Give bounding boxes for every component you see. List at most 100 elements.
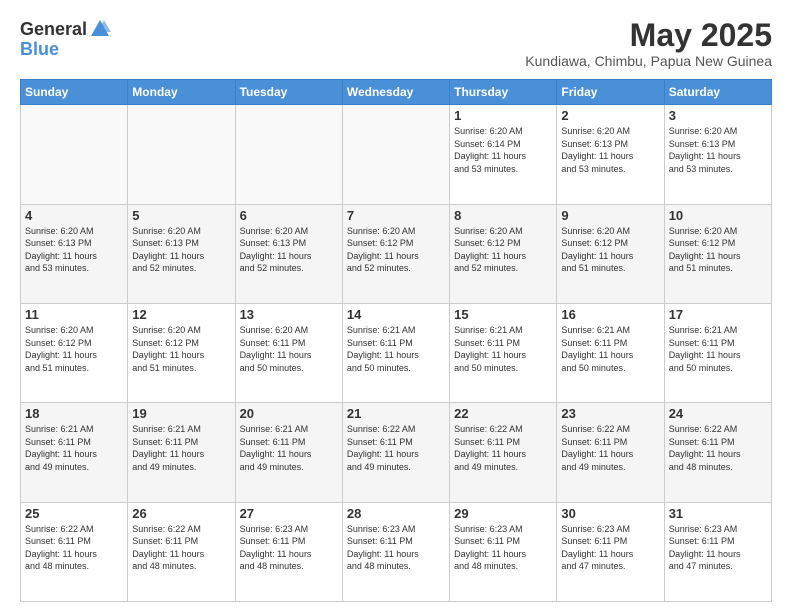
header-row: SundayMondayTuesdayWednesdayThursdayFrid… bbox=[21, 80, 772, 105]
day-number: 30 bbox=[561, 506, 659, 521]
day-number: 13 bbox=[240, 307, 338, 322]
day-cell: 8 Sunrise: 6:20 AM Sunset: 6:12 PM Daylig… bbox=[450, 204, 557, 303]
day-cell: 31 Sunrise: 6:23 AM Sunset: 6:11 PM Dayli… bbox=[664, 502, 771, 601]
day-info: Sunrise: 6:20 AM Sunset: 6:12 PM Dayligh… bbox=[132, 324, 230, 374]
day-number: 6 bbox=[240, 208, 338, 223]
day-number: 12 bbox=[132, 307, 230, 322]
logo: General Blue bbox=[20, 18, 111, 60]
day-number: 4 bbox=[25, 208, 123, 223]
day-cell: 22 Sunrise: 6:22 AM Sunset: 6:11 PM Dayli… bbox=[450, 403, 557, 502]
day-number: 27 bbox=[240, 506, 338, 521]
calendar-table: SundayMondayTuesdayWednesdayThursdayFrid… bbox=[20, 79, 772, 602]
day-cell: 2Sunrise: 6:20 AM Sunset: 6:13 PM Daylig… bbox=[557, 105, 664, 204]
day-info: Sunrise: 6:20 AM Sunset: 6:13 PM Dayligh… bbox=[25, 225, 123, 275]
day-cell bbox=[128, 105, 235, 204]
day-number: 31 bbox=[669, 506, 767, 521]
day-info: Sunrise: 6:21 AM Sunset: 6:11 PM Dayligh… bbox=[132, 423, 230, 473]
day-info: Sunrise: 6:23 AM Sunset: 6:11 PM Dayligh… bbox=[240, 523, 338, 573]
day-cell: 21 Sunrise: 6:22 AM Sunset: 6:11 PM Dayli… bbox=[342, 403, 449, 502]
day-header-thursday: Thursday bbox=[450, 80, 557, 105]
day-header-wednesday: Wednesday bbox=[342, 80, 449, 105]
day-header-friday: Friday bbox=[557, 80, 664, 105]
day-info: Sunrise: 6:20 AM Sunset: 6:13 PM Dayligh… bbox=[669, 125, 767, 175]
day-cell: 11 Sunrise: 6:20 AM Sunset: 6:12 PM Dayli… bbox=[21, 303, 128, 402]
day-number: 24 bbox=[669, 406, 767, 421]
day-number: 8 bbox=[454, 208, 552, 223]
day-info: Sunrise: 6:22 AM Sunset: 6:11 PM Dayligh… bbox=[25, 523, 123, 573]
day-info: Sunrise: 6:23 AM Sunset: 6:11 PM Dayligh… bbox=[669, 523, 767, 573]
day-info: Sunrise: 6:23 AM Sunset: 6:11 PM Dayligh… bbox=[347, 523, 445, 573]
day-number: 5 bbox=[132, 208, 230, 223]
day-number: 28 bbox=[347, 506, 445, 521]
day-info: Sunrise: 6:20 AM Sunset: 6:12 PM Dayligh… bbox=[561, 225, 659, 275]
day-cell: 20 Sunrise: 6:21 AM Sunset: 6:11 PM Dayli… bbox=[235, 403, 342, 502]
logo-general: General bbox=[20, 20, 87, 38]
day-cell: 5 Sunrise: 6:20 AM Sunset: 6:13 PM Daylig… bbox=[128, 204, 235, 303]
day-cell: 10 Sunrise: 6:20 AM Sunset: 6:12 PM Dayli… bbox=[664, 204, 771, 303]
day-header-tuesday: Tuesday bbox=[235, 80, 342, 105]
day-info: Sunrise: 6:21 AM Sunset: 6:11 PM Dayligh… bbox=[561, 324, 659, 374]
week-row-5: 25 Sunrise: 6:22 AM Sunset: 6:11 PM Dayli… bbox=[21, 502, 772, 601]
day-number: 7 bbox=[347, 208, 445, 223]
day-info: Sunrise: 6:20 AM Sunset: 6:12 PM Dayligh… bbox=[25, 324, 123, 374]
day-number: 25 bbox=[25, 506, 123, 521]
day-cell: 18 Sunrise: 6:21 AM Sunset: 6:11 PM Dayli… bbox=[21, 403, 128, 502]
day-number: 15 bbox=[454, 307, 552, 322]
logo-blue: Blue bbox=[20, 39, 59, 59]
day-info: Sunrise: 6:22 AM Sunset: 6:11 PM Dayligh… bbox=[561, 423, 659, 473]
day-cell: 13 Sunrise: 6:20 AM Sunset: 6:11 PM Dayli… bbox=[235, 303, 342, 402]
day-cell: 6Sunrise: 6:20 AM Sunset: 6:13 PM Daylig… bbox=[235, 204, 342, 303]
day-info: Sunrise: 6:21 AM Sunset: 6:11 PM Dayligh… bbox=[454, 324, 552, 374]
day-cell: 17 Sunrise: 6:21 AM Sunset: 6:11 PM Dayli… bbox=[664, 303, 771, 402]
day-number: 3 bbox=[669, 108, 767, 123]
day-number: 1 bbox=[454, 108, 552, 123]
week-row-1: 1 Sunrise: 6:20 AM Sunset: 6:14 PM Daylig… bbox=[21, 105, 772, 204]
day-cell: 19Sunrise: 6:21 AM Sunset: 6:11 PM Dayli… bbox=[128, 403, 235, 502]
day-info: Sunrise: 6:20 AM Sunset: 6:11 PM Dayligh… bbox=[240, 324, 338, 374]
day-number: 21 bbox=[347, 406, 445, 421]
day-info: Sunrise: 6:23 AM Sunset: 6:11 PM Dayligh… bbox=[561, 523, 659, 573]
day-cell: 3 Sunrise: 6:20 AM Sunset: 6:13 PM Daylig… bbox=[664, 105, 771, 204]
day-info: Sunrise: 6:22 AM Sunset: 6:11 PM Dayligh… bbox=[132, 523, 230, 573]
day-number: 14 bbox=[347, 307, 445, 322]
day-cell: 23 Sunrise: 6:22 AM Sunset: 6:11 PM Dayli… bbox=[557, 403, 664, 502]
day-number: 9 bbox=[561, 208, 659, 223]
day-cell bbox=[235, 105, 342, 204]
day-info: Sunrise: 6:20 AM Sunset: 6:14 PM Dayligh… bbox=[454, 125, 552, 175]
day-number: 23 bbox=[561, 406, 659, 421]
day-number: 11 bbox=[25, 307, 123, 322]
day-number: 18 bbox=[25, 406, 123, 421]
day-info: Sunrise: 6:22 AM Sunset: 6:11 PM Dayligh… bbox=[454, 423, 552, 473]
page: General Blue May 2025 Kundiawa, Chimbu, … bbox=[0, 0, 792, 612]
day-info: Sunrise: 6:21 AM Sunset: 6:11 PM Dayligh… bbox=[669, 324, 767, 374]
day-number: 22 bbox=[454, 406, 552, 421]
day-cell: 16Sunrise: 6:21 AM Sunset: 6:11 PM Dayli… bbox=[557, 303, 664, 402]
day-cell: 28 Sunrise: 6:23 AM Sunset: 6:11 PM Dayli… bbox=[342, 502, 449, 601]
day-cell: 14 Sunrise: 6:21 AM Sunset: 6:11 PM Dayli… bbox=[342, 303, 449, 402]
day-info: Sunrise: 6:22 AM Sunset: 6:11 PM Dayligh… bbox=[347, 423, 445, 473]
day-number: 10 bbox=[669, 208, 767, 223]
day-cell: 25 Sunrise: 6:22 AM Sunset: 6:11 PM Dayli… bbox=[21, 502, 128, 601]
header: General Blue May 2025 Kundiawa, Chimbu, … bbox=[20, 18, 772, 69]
day-cell: 1 Sunrise: 6:20 AM Sunset: 6:14 PM Daylig… bbox=[450, 105, 557, 204]
calendar-title: May 2025 bbox=[525, 18, 772, 53]
day-info: Sunrise: 6:20 AM Sunset: 6:13 PM Dayligh… bbox=[132, 225, 230, 275]
day-cell: 15 Sunrise: 6:21 AM Sunset: 6:11 PM Dayli… bbox=[450, 303, 557, 402]
day-number: 20 bbox=[240, 406, 338, 421]
day-cell bbox=[21, 105, 128, 204]
day-header-monday: Monday bbox=[128, 80, 235, 105]
day-info: Sunrise: 6:21 AM Sunset: 6:11 PM Dayligh… bbox=[25, 423, 123, 473]
day-info: Sunrise: 6:22 AM Sunset: 6:11 PM Dayligh… bbox=[669, 423, 767, 473]
day-info: Sunrise: 6:21 AM Sunset: 6:11 PM Dayligh… bbox=[240, 423, 338, 473]
week-row-3: 11 Sunrise: 6:20 AM Sunset: 6:12 PM Dayli… bbox=[21, 303, 772, 402]
day-info: Sunrise: 6:23 AM Sunset: 6:11 PM Dayligh… bbox=[454, 523, 552, 573]
day-info: Sunrise: 6:20 AM Sunset: 6:12 PM Dayligh… bbox=[454, 225, 552, 275]
day-number: 17 bbox=[669, 307, 767, 322]
day-header-saturday: Saturday bbox=[664, 80, 771, 105]
week-row-4: 18 Sunrise: 6:21 AM Sunset: 6:11 PM Dayli… bbox=[21, 403, 772, 502]
day-cell bbox=[342, 105, 449, 204]
day-info: Sunrise: 6:21 AM Sunset: 6:11 PM Dayligh… bbox=[347, 324, 445, 374]
day-info: Sunrise: 6:20 AM Sunset: 6:12 PM Dayligh… bbox=[669, 225, 767, 275]
title-block: May 2025 Kundiawa, Chimbu, Papua New Gui… bbox=[525, 18, 772, 69]
day-cell: 30 Sunrise: 6:23 AM Sunset: 6:11 PM Dayli… bbox=[557, 502, 664, 601]
